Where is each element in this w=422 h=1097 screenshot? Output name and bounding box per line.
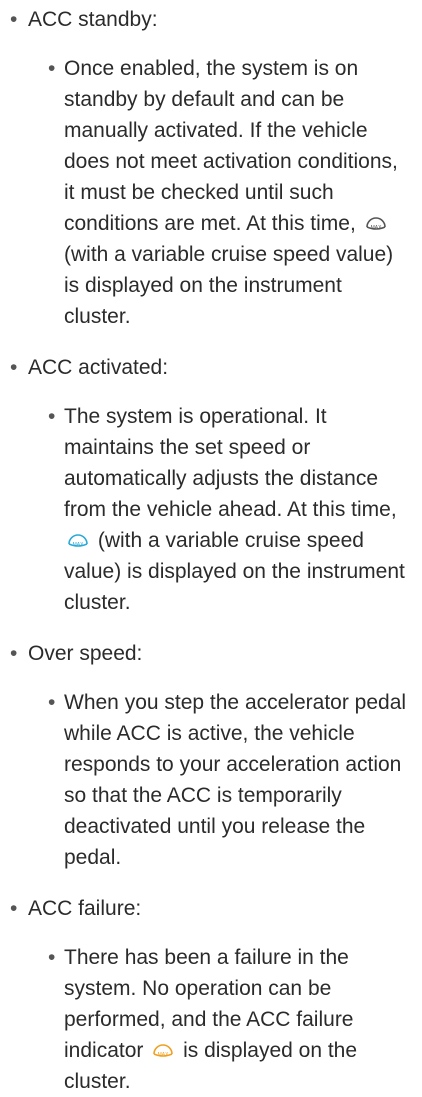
- acc-active-icon: MAX: [68, 534, 88, 548]
- item-description: The system is operational. It maintains …: [64, 405, 405, 614]
- svg-text:MAX: MAX: [158, 1052, 170, 1058]
- list-item: • ACC standby:: [0, 4, 408, 35]
- section-acc-failure: • ACC failure: • There has been a failur…: [0, 893, 408, 1097]
- item-title: Over speed:: [28, 642, 143, 665]
- bullet: •: [10, 8, 18, 31]
- sub-list-item: • The system is operational. It maintain…: [0, 401, 408, 618]
- bullet: •: [10, 356, 18, 379]
- bullet: •: [48, 57, 56, 80]
- acc-failure-icon: MAX: [153, 1044, 174, 1058]
- bullet: •: [10, 897, 18, 920]
- section-acc-activated: • ACC activated: • The system is operati…: [0, 352, 408, 618]
- bullet: •: [48, 691, 56, 714]
- sub-list-item: • There has been a failure in the system…: [0, 942, 408, 1097]
- item-title: ACC standby:: [28, 8, 158, 31]
- svg-text:MAX: MAX: [370, 225, 382, 231]
- list-item: • Over speed:: [0, 638, 408, 669]
- sub-list-item: • Once enabled, the system is on standby…: [0, 53, 408, 332]
- bullet: •: [10, 642, 18, 665]
- bullet: •: [48, 946, 56, 969]
- item-description: Once enabled, the system is on standby b…: [64, 57, 398, 328]
- item-description: When you step the accelerator pedal whil…: [64, 691, 407, 869]
- acc-standby-icon: MAX: [365, 217, 386, 231]
- section-acc-standby: • ACC standby: • Once enabled, the syste…: [0, 4, 408, 332]
- manual-page: • ACC standby: • Once enabled, the syste…: [0, 0, 422, 1097]
- item-description: There has been a failure in the system. …: [64, 946, 358, 1093]
- item-title: ACC failure:: [28, 897, 142, 920]
- bullet: •: [48, 405, 56, 428]
- list-item: • ACC failure:: [0, 893, 408, 924]
- svg-text:MAX: MAX: [73, 542, 85, 548]
- section-over-speed: • Over speed: • When you step the accele…: [0, 638, 408, 873]
- sub-list-item: • When you step the accelerator pedal wh…: [0, 687, 408, 873]
- list-item: • ACC activated:: [0, 352, 408, 383]
- item-title: ACC activated:: [28, 356, 169, 379]
